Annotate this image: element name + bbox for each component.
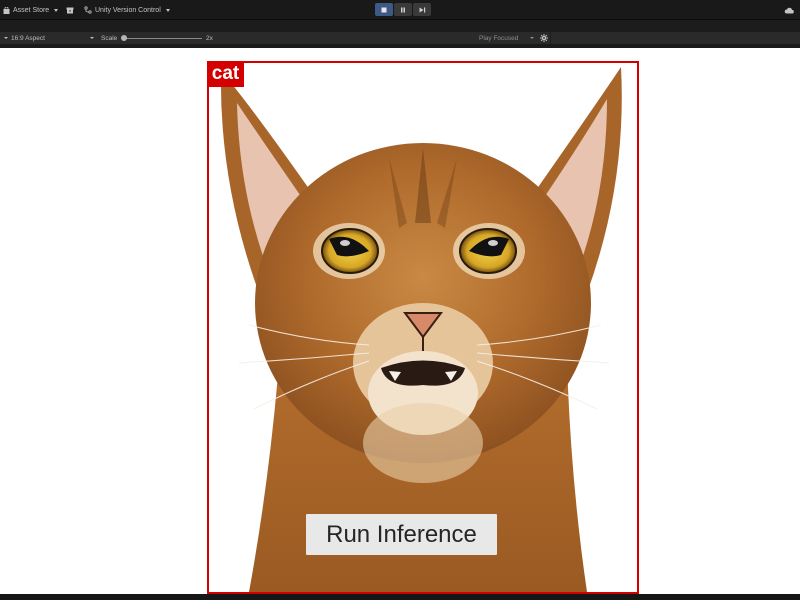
play-mode-label: Play Focused: [479, 34, 519, 42]
cloud-icon: [784, 7, 794, 13]
editor-toolbar: Asset Store Unity Version Control: [0, 0, 800, 20]
step-button[interactable]: [413, 3, 431, 16]
stop-icon: [381, 7, 387, 12]
cat-photo: [209, 63, 637, 592]
run-inference-button[interactable]: Run Inference: [306, 514, 497, 555]
scale-label: Scale: [101, 34, 118, 42]
game-view-toolbar: 16:9 Aspect Scale 2x Play Focused: [0, 32, 800, 44]
bottom-border: [0, 594, 800, 600]
chevron-down-icon: [54, 8, 59, 12]
version-control-dropdown[interactable]: Unity Version Control: [84, 0, 170, 20]
pause-icon: [401, 7, 405, 12]
detection-label: cat: [207, 61, 244, 87]
aspect-dropdown[interactable]: 16:9 Aspect: [4, 32, 45, 44]
scale-slider-thumb[interactable]: [121, 35, 127, 41]
chevron-down-icon: [530, 37, 534, 39]
shopping-bag-icon: [3, 6, 10, 14]
chevron-down-icon: [165, 8, 170, 12]
aspect-label: 16:9 Aspect: [11, 34, 45, 42]
scale-value: 2x: [206, 34, 213, 42]
scale-slider-track[interactable]: [124, 37, 202, 39]
version-control-label: Unity Version Control: [95, 6, 161, 14]
chevron-down-icon: [90, 37, 94, 39]
package-icon: [66, 7, 74, 13]
stats-button[interactable]: [540, 32, 548, 44]
play-controls: [375, 3, 431, 16]
package-button[interactable]: [66, 0, 74, 20]
play-mode-dropdown[interactable]: Play Focused: [479, 32, 518, 44]
pause-button[interactable]: [394, 3, 412, 16]
cloud-button[interactable]: [784, 0, 794, 20]
asset-store-dropdown[interactable]: Asset Store: [3, 0, 59, 20]
play-mode-caret[interactable]: [530, 32, 534, 44]
asset-store-label: Asset Store: [13, 6, 50, 14]
stop-button[interactable]: [375, 3, 393, 16]
chevron-down-icon: [4, 37, 8, 39]
gear-icon: [540, 34, 548, 42]
aspect-dropdown-caret[interactable]: [90, 32, 94, 44]
toolbar-separator: [550, 32, 551, 44]
toolbar-divider: [0, 20, 800, 32]
step-icon: [419, 7, 425, 12]
version-control-icon: [84, 6, 92, 14]
